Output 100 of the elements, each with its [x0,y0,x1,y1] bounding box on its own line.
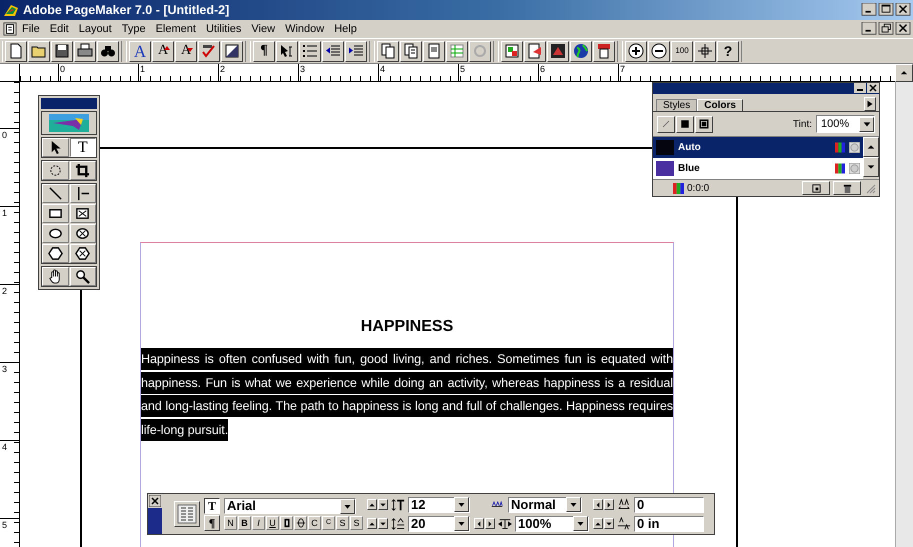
tool-button[interactable] [42,267,68,286]
menu-item[interactable]: View [246,22,280,36]
toolbar-button[interactable] [51,40,73,62]
palette-title-bar[interactable] [653,83,879,94]
font-dropdown[interactable]: Arial [224,498,356,514]
nudge-button[interactable] [378,499,388,510]
toolbar-button[interactable] [97,40,119,62]
toolbar-button[interactable]: A [175,40,197,62]
menu-item[interactable]: Window [280,22,330,36]
tool-button[interactable]: T [70,138,96,157]
toolbar-button[interactable] [5,40,27,62]
toolbar-button[interactable] [469,40,491,62]
tracking-dropdown[interactable]: Normal [508,496,582,512]
size-dropdown[interactable]: 12 [408,496,470,512]
toolbar-button[interactable] [198,40,220,62]
scroll-bar[interactable] [895,82,913,547]
tool-button[interactable] [70,204,96,223]
style-button[interactable]: I [252,516,265,530]
toolbar-button[interactable] [547,40,569,62]
close-icon[interactable] [867,83,879,93]
toolbar-button[interactable] [345,40,367,62]
tool-button[interactable] [70,267,96,286]
nudge-button[interactable] [604,499,614,510]
leading-dropdown[interactable]: 20 [408,516,470,532]
style-button[interactable] [280,516,293,530]
menu-item[interactable]: Edit [44,22,74,36]
nudge-button[interactable] [378,518,388,529]
tint-dropdown[interactable]: 100% [816,115,875,133]
tool-button[interactable] [42,244,68,263]
mode-button[interactable]: T [204,498,220,514]
style-button[interactable]: N [224,516,237,530]
menu-item[interactable]: Help [329,22,362,36]
mode-button[interactable]: ¶ [204,514,220,530]
toolbar-button[interactable] [501,40,523,62]
maximize-icon[interactable] [878,3,894,17]
color-target-button[interactable] [695,116,713,132]
toolbar-button[interactable]: ¶ [253,40,275,62]
tool-button[interactable] [70,224,96,243]
tool-button[interactable] [70,244,96,263]
nudge-button[interactable] [593,518,603,529]
menu-item[interactable]: Utilities [200,22,246,36]
style-button[interactable]: B [238,516,251,530]
toolbar-button[interactable] [322,40,344,62]
toolbar-button[interactable]: 100 [671,40,693,62]
menu-item[interactable]: File [17,22,45,36]
scroll-up-button[interactable] [895,64,913,82]
palette-tab[interactable]: Styles [656,99,698,111]
palette-tab[interactable]: Colors [697,99,743,111]
palette-side-bar[interactable] [148,494,162,534]
palette-menu-button[interactable] [864,97,876,111]
tool-button[interactable] [42,224,68,243]
minimize-icon[interactable] [854,83,866,93]
resize-grip-icon[interactable] [864,182,876,194]
baseline-shift-field[interactable]: 0 in [634,516,704,532]
nudge-button[interactable] [367,499,377,510]
close-icon[interactable] [895,22,911,36]
width-dropdown[interactable]: 100% [515,516,589,532]
menu-item[interactable]: Element [150,22,201,36]
toolbar-button[interactable] [221,40,243,62]
color-target-button[interactable] [676,116,694,132]
new-color-button[interactable] [802,181,830,195]
toolbar-button[interactable] [694,40,716,62]
nudge-button[interactable] [367,518,377,529]
scroll-down-button[interactable] [863,157,879,177]
close-icon[interactable] [149,495,161,507]
style-button[interactable] [294,516,307,530]
nudge-button[interactable] [485,518,495,529]
nudge-button[interactable] [474,518,484,529]
toolbar-button[interactable]: A [129,40,151,62]
style-button[interactable]: U [266,516,279,530]
toolbar-button[interactable] [625,40,647,62]
toolbar-button[interactable] [446,40,468,62]
document-icon[interactable] [3,22,17,36]
tool-button[interactable] [42,204,68,223]
minimize-icon[interactable] [861,3,877,17]
paragraph-view-button[interactable] [174,501,200,527]
toolbar-button[interactable] [377,40,399,62]
toolbar-button[interactable]: A [152,40,174,62]
kerning-field[interactable]: 0 [634,496,704,512]
style-button[interactable]: S [336,516,349,530]
tool-button[interactable] [42,138,68,157]
scroll-up-button[interactable] [863,137,879,157]
toolbar-button[interactable] [276,40,298,62]
toolbar-button[interactable] [423,40,445,62]
toolbar-button[interactable] [28,40,50,62]
tool-button[interactable] [70,184,96,203]
tool-button[interactable] [70,161,96,180]
toolbar-button[interactable] [593,40,615,62]
close-icon[interactable] [895,3,911,17]
restore-icon[interactable] [878,22,894,36]
toolbar-button[interactable] [648,40,670,62]
toolbar-button[interactable] [524,40,546,62]
color-list-item[interactable]: Blue [653,158,863,179]
style-button[interactable]: S [350,516,363,530]
nudge-button[interactable] [604,518,614,529]
nudge-button[interactable] [593,499,603,510]
tool-button[interactable] [42,184,68,203]
toolbar-button[interactable] [400,40,422,62]
toolbar-button[interactable]: ? [717,40,739,62]
tool-button[interactable] [42,161,68,180]
